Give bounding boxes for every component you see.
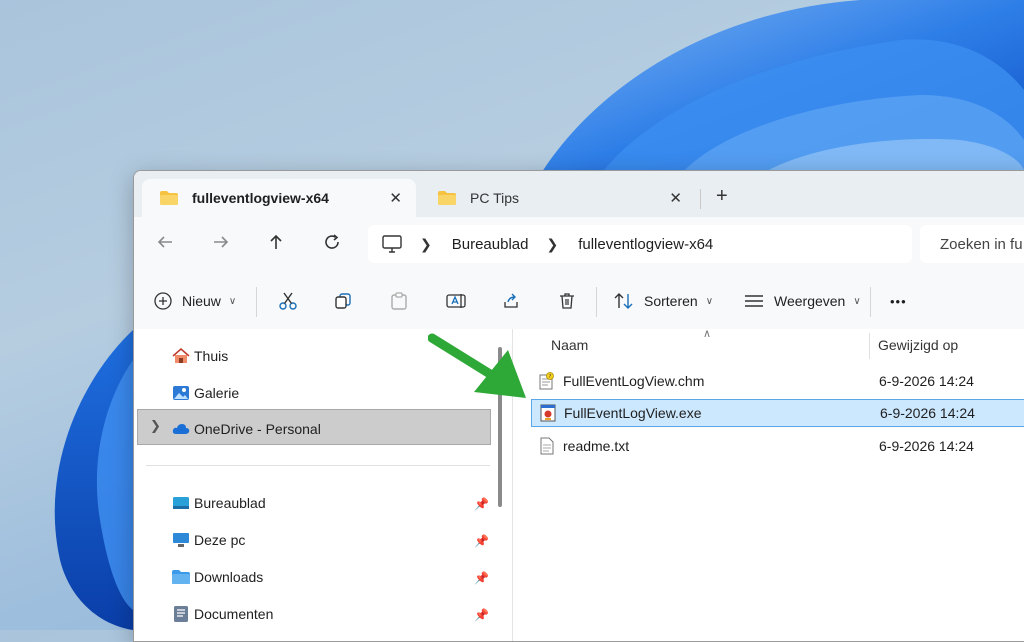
chevron-right-icon[interactable]: ❯ (150, 418, 161, 434)
delete-trash-icon[interactable] (558, 292, 576, 310)
sort-arrows-icon (614, 293, 633, 309)
share-icon[interactable] (502, 292, 520, 310)
sidebar-item-onedrive[interactable]: OneDrive - Personal (172, 414, 321, 444)
chevron-down-icon: ∨ (705, 295, 714, 307)
file-modified: 6-9-2026 14:24 (879, 438, 974, 454)
address-bar[interactable]: ❯ Bureaublad ❯ fulleventlogview-x64 (368, 225, 912, 263)
svg-text:?: ? (549, 374, 552, 380)
file-name: readme.txt (563, 438, 630, 454)
text-file-icon (540, 437, 554, 455)
sidebar-item-deze-pc[interactable]: Deze pc (172, 525, 245, 555)
folder-icon (160, 191, 178, 205)
breadcrumb-current-folder[interactable]: fulleventlogview-x64 (578, 236, 713, 253)
file-modified: 6-9-2026 14:24 (879, 373, 974, 389)
file-name: FullEventLogView.exe (564, 405, 702, 421)
sidebar-item-label: Galerie (194, 385, 240, 401)
command-toolbar: Nieuw ∨ Sorteren ∨ Weergeven ∨ ••• (134, 273, 1024, 330)
file-row-selected[interactable]: FullEventLogView.exe 6-9-2026 14:24 (531, 399, 1024, 427)
tab-bar: fulleventlogview-x64 ✕ PC Tips ✕ + (134, 171, 1024, 217)
pin-icon[interactable]: 📌 (474, 608, 489, 622)
tab-divider (700, 189, 701, 209)
more-options-icon[interactable]: ••• (890, 273, 907, 329)
home-icon (172, 348, 190, 363)
exe-app-icon (540, 404, 556, 422)
pin-icon[interactable]: 📌 (474, 571, 489, 585)
column-header-name[interactable]: Naam (551, 337, 588, 353)
file-row[interactable]: ? FullEventLogView.chm 6-9-2026 14:24 (531, 367, 1024, 395)
new-tab-button[interactable]: + (716, 185, 728, 208)
sort-button-label: Sorteren (644, 293, 698, 309)
chevron-right-icon: ❯ (546, 235, 559, 252)
pin-icon[interactable]: 📌 (474, 534, 489, 548)
chevron-right-icon: ❯ (420, 235, 432, 252)
folder-icon (438, 191, 456, 205)
sidebar-item-label: OneDrive - Personal (194, 421, 321, 437)
view-button[interactable]: Weergeven ∨ (744, 273, 861, 329)
chevron-down-icon: ∨ (228, 295, 237, 307)
paste-icon[interactable] (390, 292, 408, 310)
toolbar-divider (256, 287, 257, 317)
file-row[interactable]: readme.txt 6-9-2026 14:24 (531, 432, 1024, 460)
sidebar-divider (146, 465, 490, 466)
rename-icon[interactable] (446, 292, 466, 310)
sidebar-item-documenten[interactable]: Documenten (172, 599, 273, 629)
cut-scissors-icon[interactable] (278, 292, 298, 310)
file-list: ∧ Naam Gewijzigd op ? FullEventLogView.c… (513, 328, 1024, 641)
toolbar-divider (596, 287, 597, 317)
file-explorer-window: fulleventlogview-x64 ✕ PC Tips ✕ + ❯ Bur… (133, 170, 1024, 642)
file-modified: 6-9-2026 14:24 (880, 405, 975, 421)
column-header-modified[interactable]: Gewijzigd op (878, 337, 958, 353)
copy-icon[interactable] (334, 292, 352, 310)
forward-arrow-icon[interactable] (212, 233, 230, 251)
back-arrow-icon[interactable] (156, 233, 174, 251)
file-name: FullEventLogView.chm (563, 373, 705, 389)
tab-pc-tips[interactable]: PC Tips ✕ (420, 179, 696, 217)
sidebar-item-label: Deze pc (194, 532, 246, 548)
navigation-bar: ❯ Bureaublad ❯ fulleventlogview-x64 Zoek… (134, 217, 1024, 273)
chevron-down-icon: ∨ (853, 295, 861, 307)
tab-title: PC Tips (470, 190, 520, 206)
downloads-folder-icon (172, 570, 190, 584)
sidebar-item-galerie[interactable]: Galerie (172, 378, 239, 408)
sidebar-item-label: Thuis (194, 348, 229, 364)
view-button-label: Weergeven (774, 293, 846, 309)
sidebar-item-label: Documenten (194, 606, 274, 622)
search-input[interactable]: Zoeken in fu (920, 225, 1024, 263)
desktop-icon (173, 497, 189, 509)
sort-ascending-caret-icon: ∧ (703, 328, 712, 340)
up-arrow-icon[interactable] (267, 233, 285, 251)
sidebar-item-downloads[interactable]: Downloads (172, 562, 263, 592)
green-pointer-arrow (428, 333, 526, 398)
breadcrumb-bureaublad[interactable]: Bureaublad (452, 236, 529, 253)
monitor-icon (382, 235, 402, 253)
close-tab-icon[interactable]: ✕ (669, 189, 682, 207)
column-resize-handle[interactable] (869, 333, 870, 359)
cloud-icon (172, 424, 190, 434)
monitor-icon (173, 533, 189, 547)
tab-title: fulleventlogview-x64 (192, 190, 329, 206)
chm-help-file-icon: ? (539, 372, 554, 390)
toolbar-divider (870, 287, 871, 317)
view-list-icon (745, 295, 763, 307)
documents-icon (174, 606, 188, 622)
tab-fulleventlogview[interactable]: fulleventlogview-x64 ✕ (142, 179, 416, 217)
close-tab-icon[interactable]: ✕ (389, 189, 402, 207)
sidebar-item-label: Downloads (194, 569, 264, 585)
plus-circle-icon (154, 292, 172, 310)
gallery-icon (173, 386, 189, 400)
sidebar-item-thuis[interactable]: Thuis (172, 341, 228, 371)
pin-icon[interactable]: 📌 (474, 497, 489, 511)
sidebar-item-bureaublad[interactable]: Bureaublad (172, 488, 266, 518)
new-button[interactable]: Nieuw ∨ (154, 273, 236, 329)
sidebar-item-label: Bureaublad (194, 495, 266, 511)
sort-button[interactable]: Sorteren ∨ (614, 273, 713, 329)
new-button-label: Nieuw (182, 293, 221, 309)
refresh-icon[interactable] (323, 233, 341, 251)
